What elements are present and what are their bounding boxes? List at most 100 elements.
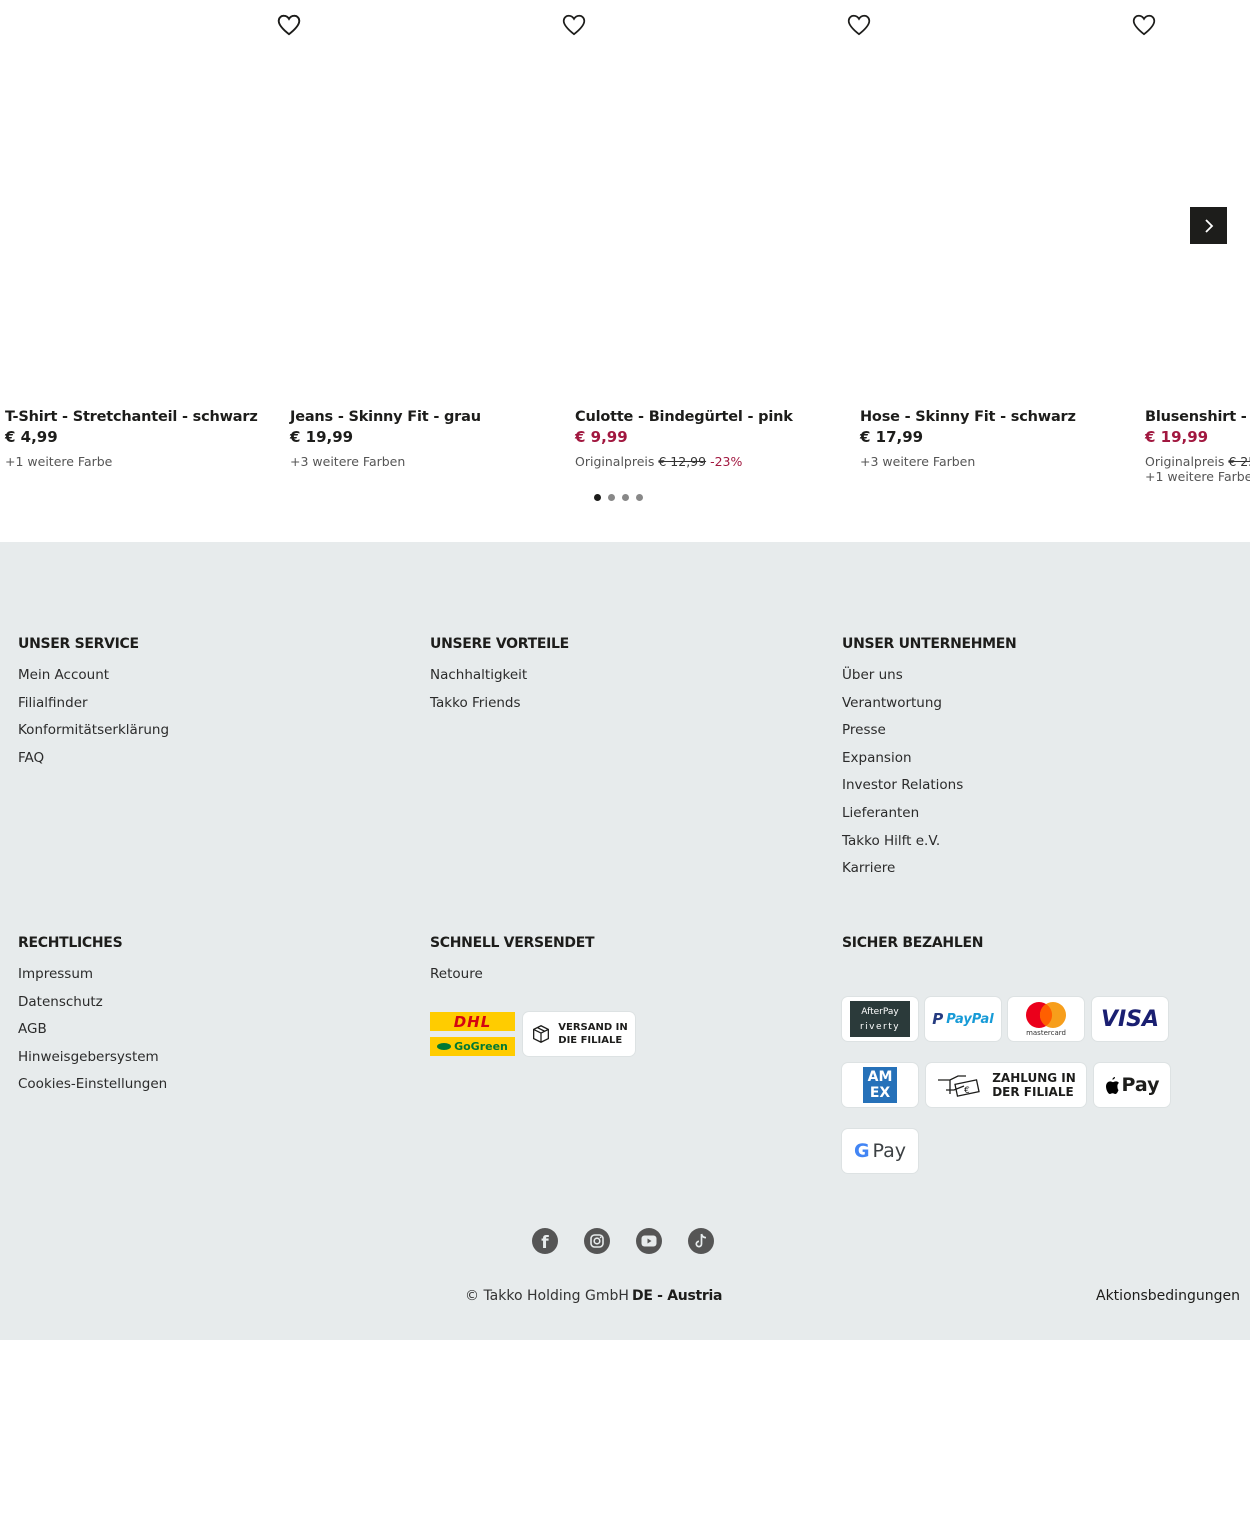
product-price: € 17,99 [860, 428, 924, 446]
product-card[interactable]: Culotte - Bindegürtel - pink € 9,99 Orig… [575, 0, 871, 500]
footer-heading: SCHNELL VERSENDET [430, 935, 595, 951]
footer-heading: RECHTLICHES [18, 935, 123, 951]
afterpay-riverty-logo: AfterPay riverty [842, 997, 918, 1041]
product-price: € 4,99 [5, 428, 58, 446]
footer-link[interactable]: Filialfinder [18, 694, 169, 722]
original-price-label: Originalpreis [575, 454, 655, 469]
footer-link[interactable]: Lieferanten [842, 804, 963, 832]
discount-badge: -23% [710, 454, 743, 469]
afterpay-text: AfterPay [861, 1006, 899, 1017]
footer-link[interactable]: Investor Relations [842, 776, 963, 804]
footer-link[interactable]: Datenschutz [18, 993, 167, 1021]
product-name[interactable]: Jeans - Skinny Fit - grau [290, 409, 481, 425]
apple-pay-logo: Pay [1094, 1063, 1170, 1107]
more-colors[interactable]: +3 weitere Farben [860, 454, 975, 469]
footer: UNSER SERVICE Mein Account Filialfinder … [0, 542, 1250, 1340]
store-payment-line1: ZAHLUNG IN [992, 1071, 1076, 1085]
google-pay-logo: G Pay [842, 1129, 918, 1173]
aktionsbedingungen-toggle[interactable]: Aktionsbedingungen [1096, 1288, 1250, 1304]
footer-heading: SICHER BEZAHLEN [842, 935, 984, 951]
product-card[interactable]: T-Shirt - Stretchanteil - schwarz € 4,99… [5, 0, 301, 500]
footer-link[interactable]: Presse [842, 721, 963, 749]
svg-text:€: € [964, 1086, 970, 1096]
aktionsbedingungen-label: Aktionsbedingungen [1096, 1288, 1240, 1304]
carousel-dot[interactable] [594, 494, 601, 501]
visa-text: VISA [1100, 1006, 1160, 1032]
product-name[interactable]: T-Shirt - Stretchanteil - schwarz [5, 409, 258, 425]
product-name[interactable]: Blusenshirt - Vo [1145, 409, 1250, 425]
carousel-next-button[interactable] [1190, 207, 1227, 244]
carousel-pagination [594, 494, 643, 501]
original-price-value: € 25, [1228, 454, 1250, 469]
carousel-dot[interactable] [608, 494, 615, 501]
language-selector[interactable]: DE - Austria [632, 1288, 722, 1304]
product-price: € 19,99 [1145, 428, 1209, 446]
tiktok-icon[interactable] [688, 1228, 714, 1254]
youtube-icon[interactable] [636, 1228, 662, 1254]
footer-link[interactable]: Takko Hilft e.V. [842, 832, 963, 860]
footer-link[interactable]: Hinweisgebersystem [18, 1048, 167, 1076]
more-colors[interactable]: +3 weitere Farben [290, 454, 405, 469]
product-name[interactable]: Culotte - Bindegürtel - pink [575, 409, 793, 425]
paypal-logo: P PayPal [925, 997, 1001, 1041]
footer-heading: UNSERE VORTEILE [430, 636, 569, 652]
footer-link[interactable]: Konformitätserklärung [18, 721, 169, 749]
footer-link[interactable]: Expansion [842, 749, 963, 777]
instagram-icon[interactable] [584, 1228, 610, 1254]
dhl-logo-text: DHL [453, 1012, 492, 1031]
footer-col-vorteile: UNSERE VORTEILE Nachhaltigkeit Takko Fri… [430, 636, 569, 711]
footer-link[interactable]: FAQ [18, 749, 169, 777]
footer-link[interactable]: Mein Account [18, 666, 169, 694]
footer-col-service: UNSER SERVICE Mein Account Filialfinder … [18, 636, 169, 766]
dhl-gogreen-logo: DHL GoGreen [430, 1012, 515, 1056]
chevron-right-icon [1204, 218, 1213, 233]
amex-text-2: EX [869, 1085, 891, 1101]
visa-logo: VISA [1092, 997, 1168, 1041]
amex-logo: AM EX [842, 1063, 918, 1107]
product-name[interactable]: Hose - Skinny Fit - schwarz [860, 409, 1076, 425]
original-price-value: € 12,99 [658, 454, 707, 469]
footer-link[interactable]: AGB [18, 1020, 167, 1048]
product-card[interactable]: Jeans - Skinny Fit - grau € 19,99 +3 wei… [277, 0, 586, 500]
apple-icon [1106, 1076, 1120, 1094]
cash-hand-icon: € [938, 1075, 980, 1097]
mastercard-icon [1026, 1002, 1066, 1028]
store-delivery-line2: DIE FILIALE [558, 1035, 623, 1046]
footer-link[interactable]: Takko Friends [430, 694, 527, 722]
product-carousel: T-Shirt - Stretchanteil - schwarz € 4,99… [0, 0, 1250, 542]
package-icon [533, 1025, 550, 1043]
original-price-label: Originalpreis [1145, 454, 1225, 469]
store-payment-line2: DER FILIALE [992, 1085, 1074, 1099]
original-price: Originalpreis € 25, [1145, 454, 1250, 469]
more-colors[interactable]: +1 weitere Farbe [1145, 469, 1250, 484]
footer-link[interactable]: Über uns [842, 666, 963, 694]
paypal-text: PayPal [946, 1011, 994, 1027]
product-price: € 19,99 [290, 428, 354, 446]
paypal-icon: P [932, 1010, 944, 1028]
footer-link[interactable]: Verantwortung [842, 694, 963, 722]
product-card[interactable]: Hose - Skinny Fit - schwarz € 17,99 +3 w… [860, 0, 1156, 500]
footer-link[interactable]: Karriere [842, 859, 963, 887]
mastercard-logo: mastercard [1008, 997, 1084, 1041]
footer-heading: UNSER SERVICE [18, 636, 139, 652]
footer-col-unternehmen: UNSER UNTERNEHMEN Über uns Verantwortung… [842, 636, 1017, 876]
footer-col-versand: SCHNELL VERSENDET Retoure [430, 935, 595, 982]
footer-link[interactable]: Cookies-Einstellungen [18, 1075, 167, 1103]
apple-pay-text: Pay [1121, 1074, 1160, 1096]
footer-link[interactable]: Impressum [18, 965, 167, 993]
store-delivery-line1: VERSAND IN [558, 1022, 628, 1033]
carousel-dot[interactable] [636, 494, 643, 501]
footer-heading: UNSER UNTERNEHMEN [842, 636, 1017, 652]
leaf-icon [437, 1043, 452, 1050]
more-colors[interactable]: +1 weitere Farbe [5, 454, 112, 469]
wishlist-heart-icon[interactable] [276, 12, 302, 38]
facebook-icon[interactable]: f [532, 1228, 558, 1254]
footer-bottom-bar: © Takko Holding GmbH DE - Austria Aktion… [0, 1288, 1250, 1308]
original-price: Originalpreis € 12,99 -23% [575, 454, 742, 469]
carousel-dot[interactable] [622, 494, 629, 501]
footer-link[interactable]: Nachhaltigkeit [430, 666, 527, 694]
mastercard-text: mastercard [1026, 1029, 1066, 1037]
product-card[interactable]: Blusenshirt - Vo € 19,99 Originalpreis €… [1145, 0, 1250, 500]
footer-link[interactable]: Retoure [430, 965, 483, 993]
store-delivery-badge: VERSAND IN DIE FILIALE [523, 1012, 635, 1056]
